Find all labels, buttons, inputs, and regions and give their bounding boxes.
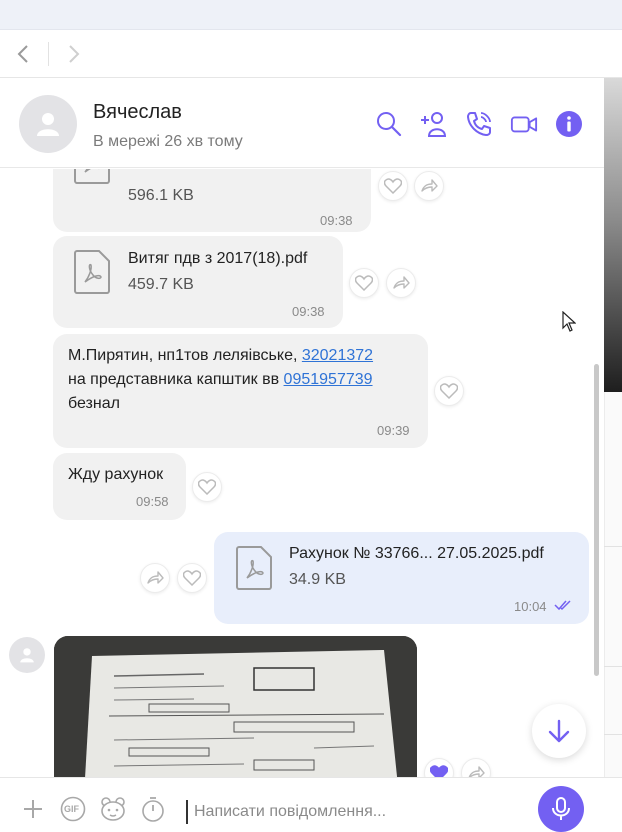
video-call-icon[interactable]: [510, 110, 538, 138]
pdf-file-icon: [236, 546, 272, 590]
forward-icon[interactable]: [140, 563, 170, 593]
message-input[interactable]: [186, 800, 516, 824]
contact-status: В мережі 26 хв тому: [93, 133, 243, 150]
chat-header: Вячеслав В мережі 26 хв тому: [0, 78, 604, 168]
forward-icon[interactable]: [461, 758, 491, 777]
gif-icon[interactable]: GIF: [60, 796, 86, 822]
back-arrow-icon[interactable]: [11, 42, 35, 66]
sticker-icon[interactable]: [100, 796, 126, 822]
like-icon[interactable]: [434, 376, 464, 406]
default-avatar-icon: [37, 113, 59, 136]
message-time: 09:39: [377, 423, 410, 438]
file-message[interactable]: 596.1 KB 09:38: [53, 169, 371, 232]
gif-label: GIF: [64, 804, 79, 814]
file-message[interactable]: Витяг пдв з 2017(18).pdf 459.7 KB 09:38: [53, 236, 343, 328]
text-message[interactable]: М.Пирятин, нп1тов леляівське, 32021372 н…: [53, 334, 428, 448]
side-panel: [604, 392, 622, 778]
message-line: на представника капштик вв: [68, 371, 284, 388]
contact-name[interactable]: Вячеслав: [93, 101, 182, 124]
file-size: 459.7 KB: [128, 276, 194, 293]
mouse-cursor-icon: [562, 311, 576, 332]
message-time: 09:38: [292, 304, 325, 319]
message-time: 09:38: [320, 213, 353, 228]
photo-image: [54, 636, 417, 777]
read-ticks-icon: [554, 600, 571, 611]
side-divider: [604, 666, 622, 667]
voice-call-icon[interactable]: [465, 110, 493, 138]
file-name[interactable]: Рахунок № 33766... 27.05.2025.pdf: [289, 545, 544, 563]
message-link[interactable]: 32021372: [302, 347, 373, 364]
message-time: 10:04: [514, 599, 547, 614]
info-icon[interactable]: [555, 110, 583, 138]
text-message[interactable]: Жду рахунок 09:58: [53, 453, 186, 520]
like-icon[interactable]: [349, 268, 379, 298]
pdf-file-icon: [74, 250, 110, 294]
pdf-file-icon: [74, 169, 110, 184]
file-size: 596.1 KB: [128, 187, 194, 204]
message-text: Жду рахунок: [68, 466, 164, 483]
timer-icon[interactable]: [140, 796, 166, 822]
nav-separator: [48, 42, 49, 66]
message-link[interactable]: 0951957739: [284, 371, 373, 388]
scroll-down-button[interactable]: [532, 704, 586, 758]
message-composer: GIF: [0, 777, 622, 829]
contact-avatar[interactable]: [19, 95, 77, 153]
sender-avatar[interactable]: [9, 637, 45, 673]
message-text: М.Пирятин, нп1тов леляівське, 32021372 н…: [68, 344, 418, 416]
side-image-strip: [604, 78, 622, 392]
navigation-bar: [0, 30, 622, 78]
side-divider: [604, 546, 622, 547]
forward-icon[interactable]: [414, 171, 444, 201]
microphone-button[interactable]: [538, 786, 584, 832]
message-time: 09:58: [136, 494, 169, 509]
photo-message[interactable]: [54, 636, 417, 777]
message-list[interactable]: 596.1 KB 09:38 Витяг пдв з 2017(18).pdf …: [0, 169, 604, 777]
like-icon[interactable]: [192, 472, 222, 502]
add-participant-icon[interactable]: [420, 110, 448, 138]
side-divider: [604, 734, 622, 735]
forward-arrow-icon[interactable]: [62, 42, 86, 66]
like-icon[interactable]: [177, 563, 207, 593]
message-line: безнал: [68, 395, 120, 412]
file-name[interactable]: Витяг пдв з 2017(18).pdf: [128, 250, 307, 268]
plus-icon[interactable]: [20, 796, 46, 822]
window-top-strip: [0, 0, 622, 30]
default-avatar-icon: [20, 648, 34, 663]
message-line: М.Пирятин, нп1тов леляівське,: [68, 347, 302, 364]
microphone-icon: [552, 797, 570, 820]
scrollbar[interactable]: [594, 364, 599, 676]
outgoing-file-message[interactable]: Рахунок № 33766... 27.05.2025.pdf 34.9 K…: [214, 532, 589, 624]
file-size: 34.9 KB: [289, 571, 346, 588]
scroll-down-icon: [548, 719, 570, 743]
like-icon[interactable]: [378, 171, 408, 201]
forward-icon[interactable]: [386, 268, 416, 298]
like-icon[interactable]: [424, 758, 454, 777]
search-icon[interactable]: [375, 110, 403, 138]
